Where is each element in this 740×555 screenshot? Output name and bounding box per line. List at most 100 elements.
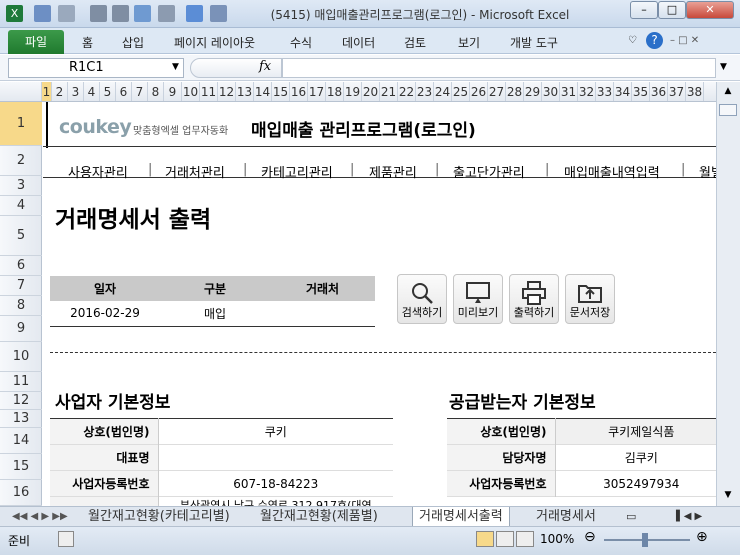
undo-icon[interactable] bbox=[58, 5, 75, 22]
tab-developer[interactable]: 개발 도구 bbox=[510, 34, 558, 51]
grid-icon[interactable] bbox=[210, 5, 227, 22]
scroll-thumb[interactable] bbox=[719, 104, 737, 116]
sheet-tab[interactable]: 월간재고현황(제품별) bbox=[254, 507, 384, 527]
preview-button[interactable]: 미리보기 bbox=[453, 274, 503, 324]
restore-button[interactable]: □ bbox=[658, 1, 686, 19]
normal-view-icon[interactable] bbox=[476, 531, 494, 547]
macro-record-icon[interactable] bbox=[58, 531, 74, 547]
close-button[interactable]: ✕ bbox=[686, 1, 734, 19]
nav-categories[interactable]: 카테고리관리 bbox=[261, 162, 333, 181]
tab-data[interactable]: 데이터 bbox=[342, 34, 375, 51]
zoom-out-icon[interactable]: ⊖ bbox=[584, 529, 596, 545]
search-button[interactable]: 검색하기 bbox=[397, 274, 447, 324]
supplier-value[interactable] bbox=[158, 445, 393, 471]
column-header-cell[interactable]: 36 bbox=[650, 82, 668, 101]
row-header-cell[interactable]: 12 bbox=[0, 392, 42, 410]
sheet-tab-active[interactable]: 거래명세서출력 bbox=[412, 507, 510, 527]
column-header-cell[interactable]: 14 bbox=[254, 82, 272, 101]
tab-file[interactable]: 파일 bbox=[8, 30, 64, 54]
zoom-slider-thumb[interactable] bbox=[642, 533, 648, 547]
column-header-cell[interactable]: 9 bbox=[164, 82, 182, 101]
help-icon[interactable]: ? bbox=[646, 32, 663, 49]
column-header-cell[interactable]: 13 bbox=[236, 82, 254, 101]
column-header-cell[interactable]: 32 bbox=[578, 82, 596, 101]
column-header-cell[interactable]: 23 bbox=[416, 82, 434, 101]
row-header-cell[interactable]: 3 bbox=[0, 176, 42, 196]
nav-clients[interactable]: 거래처관리 bbox=[165, 162, 225, 181]
column-header-cell[interactable]: 37 bbox=[668, 82, 686, 101]
row-header-cell[interactable]: 16 bbox=[0, 480, 42, 506]
column-header-cell[interactable]: 34 bbox=[614, 82, 632, 101]
tab-formulas[interactable]: 수식 bbox=[290, 34, 312, 51]
receiver-value[interactable]: 3052497934 bbox=[555, 471, 716, 497]
filter-type-value[interactable]: 매입 bbox=[160, 301, 270, 326]
column-header-cell[interactable]: 15 bbox=[272, 82, 290, 101]
supplier-value[interactable]: 부산광역시 남구 수영로 312 917호(대연 bbox=[158, 497, 393, 506]
save-doc-button[interactable]: 문서저장 bbox=[565, 274, 615, 324]
new-sheet-icon[interactable]: ▭ bbox=[620, 507, 642, 527]
column-header-cell[interactable]: 33 bbox=[596, 82, 614, 101]
namebox-dropdown-icon[interactable]: ▼ bbox=[172, 62, 179, 72]
column-header-cell[interactable]: 18 bbox=[326, 82, 344, 101]
column-header-cell[interactable]: 19 bbox=[344, 82, 362, 101]
column-header-cell[interactable]: 17 bbox=[308, 82, 326, 101]
column-header-cell[interactable]: 3 bbox=[68, 82, 84, 101]
column-header-cell[interactable]: 6 bbox=[116, 82, 132, 101]
nav-users[interactable]: 사용자관리 bbox=[68, 162, 128, 181]
row-header-cell[interactable]: 13 bbox=[0, 410, 42, 428]
column-header-cell[interactable]: 20 bbox=[362, 82, 380, 101]
column-header-cell[interactable]: 25 bbox=[452, 82, 470, 101]
tab-insert[interactable]: 삽입 bbox=[122, 34, 144, 51]
row-header-cell[interactable]: 8 bbox=[0, 296, 42, 316]
column-header-cell[interactable]: 16 bbox=[290, 82, 308, 101]
scroll-up-icon[interactable]: ▲ bbox=[719, 86, 737, 100]
filter-client-value[interactable] bbox=[270, 301, 375, 326]
zoom-level[interactable]: 100% bbox=[540, 532, 574, 546]
column-header-cell[interactable]: 28 bbox=[506, 82, 524, 101]
receiver-value[interactable]: 쿠키제일식품 bbox=[555, 418, 716, 445]
nav-transactions[interactable]: 매입매출내역입력 bbox=[564, 162, 660, 181]
tab-home[interactable]: 홈 bbox=[82, 34, 93, 51]
row-header-cell[interactable]: 14 bbox=[0, 428, 42, 454]
row-header-cell[interactable]: 2 bbox=[0, 146, 42, 176]
zoom-in-icon[interactable]: ⊕ bbox=[696, 529, 708, 545]
column-header-cell[interactable]: 29 bbox=[524, 82, 542, 101]
scroll-down-icon[interactable]: ▼ bbox=[719, 490, 737, 504]
column-header-cell[interactable]: 24 bbox=[434, 82, 452, 101]
row-header-cell[interactable]: 11 bbox=[0, 372, 42, 392]
column-header-cell[interactable]: 30 bbox=[542, 82, 560, 101]
supplier-value[interactable]: 607-18-84223 bbox=[158, 471, 393, 497]
column-header-cell[interactable]: 31 bbox=[560, 82, 578, 101]
column-header-cell[interactable]: 1 bbox=[42, 82, 52, 101]
sheet-nav-icon[interactable]: ◀◀ ◀ ▶ ▶▶ bbox=[6, 507, 74, 527]
column-header-cell[interactable]: 8 bbox=[148, 82, 164, 101]
formula-input[interactable] bbox=[282, 58, 716, 78]
print-button[interactable]: 출력하기 bbox=[509, 274, 559, 324]
sort-icon[interactable] bbox=[112, 5, 129, 22]
macro-icon[interactable] bbox=[186, 5, 203, 22]
receiver-value[interactable]: 김쿠키 bbox=[555, 445, 716, 471]
row-header-cell[interactable]: 6 bbox=[0, 256, 42, 276]
row-header-cell[interactable]: 1 bbox=[0, 102, 42, 146]
form-icon[interactable] bbox=[134, 5, 151, 22]
worksheet[interactable]: coukey 맞춤형엑셀 업무자동화 매입매출 관리프로그램(로그인) 사용자관… bbox=[43, 102, 716, 506]
row-header-cell[interactable]: 15 bbox=[0, 454, 42, 480]
row-header-cell[interactable]: 5 bbox=[0, 216, 42, 256]
minimize-button[interactable]: – bbox=[630, 1, 658, 19]
filter-date-value[interactable]: 2016-02-29 bbox=[50, 301, 160, 326]
nav-monthly[interactable]: 월별 bbox=[699, 162, 716, 181]
sheet-tab[interactable]: 월간재고현황(카테고리별) bbox=[82, 507, 236, 527]
vertical-scrollbar[interactable] bbox=[716, 82, 740, 506]
hscroll-icon[interactable]: ▌◀ ▶ bbox=[670, 507, 708, 527]
column-header-cell[interactable]: 5 bbox=[100, 82, 116, 101]
mdi-controls-icon[interactable]: – □ ✕ bbox=[670, 35, 699, 46]
column-header-cell[interactable]: 4 bbox=[84, 82, 100, 101]
formula-expand-icon[interactable]: ▼ bbox=[720, 62, 727, 72]
nav-products[interactable]: 제품관리 bbox=[369, 162, 417, 181]
row-header-cell[interactable]: 10 bbox=[0, 342, 42, 372]
fx-icon[interactable]: fx bbox=[259, 59, 271, 74]
column-header-cell[interactable]: 38 bbox=[686, 82, 704, 101]
column-header-cell[interactable]: 22 bbox=[398, 82, 416, 101]
sheet-tab[interactable]: 거래명세서 bbox=[530, 507, 602, 527]
tab-page-layout[interactable]: 페이지 레이아웃 bbox=[174, 34, 255, 51]
